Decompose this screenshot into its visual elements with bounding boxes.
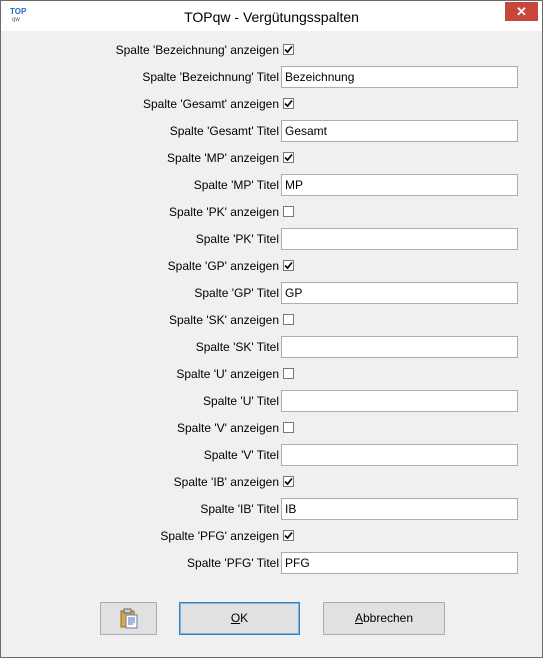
title-bar: TOP qw TOPqw - Vergütungsspalten ✕ <box>1 1 542 31</box>
column-title-input[interactable] <box>281 444 518 466</box>
ok-label: K <box>240 611 249 625</box>
column-title-row: Spalte 'MP' Titel MP <box>8 174 535 196</box>
column-title-input[interactable]: IB <box>281 498 518 520</box>
show-column-row: Spalte 'IB' anzeigen <box>8 471 535 493</box>
column-title-input[interactable]: Gesamt <box>281 120 518 142</box>
ok-button[interactable]: OK <box>179 602 300 635</box>
column-title-row: Spalte 'Gesamt' Titel Gesamt <box>8 120 535 142</box>
column-title-row: Spalte 'GP' Titel GP <box>8 282 535 304</box>
show-column-checkbox[interactable] <box>283 368 294 379</box>
column-title-label: Spalte 'PFG' Titel <box>187 556 279 570</box>
show-column-row: Spalte 'MP' anzeigen <box>8 147 535 169</box>
column-title-row: Spalte 'PK' Titel <box>8 228 535 250</box>
show-column-checkbox[interactable] <box>283 152 294 163</box>
column-title-input[interactable] <box>281 336 518 358</box>
show-column-label: Spalte 'SK' anzeigen <box>169 313 279 327</box>
show-column-checkbox[interactable] <box>283 98 294 109</box>
paste-button[interactable] <box>100 602 157 635</box>
column-title-input[interactable]: PFG <box>281 552 518 574</box>
show-column-row: Spalte 'GP' anzeigen <box>8 255 535 277</box>
show-column-label: Spalte 'PK' anzeigen <box>169 205 279 219</box>
close-button[interactable]: ✕ <box>505 2 538 21</box>
checkmark-icon <box>284 153 293 162</box>
show-column-label: Spalte 'GP' anzeigen <box>167 259 279 273</box>
checkmark-icon <box>284 261 293 270</box>
show-column-label: Spalte 'V' anzeigen <box>177 421 279 435</box>
show-column-row: Spalte 'PFG' anzeigen <box>8 525 535 547</box>
dialog-content: OK Abbrechen Spalte 'Bezeichnung' anzeig… <box>8 31 535 650</box>
column-title-label: Spalte 'V' Titel <box>203 448 279 462</box>
cancel-label: bbrechen <box>362 611 414 625</box>
column-title-label: Spalte 'GP' Titel <box>194 286 279 300</box>
show-column-checkbox[interactable] <box>283 422 294 433</box>
dialog-window: TOP qw TOPqw - Vergütungsspalten ✕ OK Ab… <box>0 0 543 658</box>
column-title-row: Spalte 'V' Titel <box>8 444 535 466</box>
column-title-row: Spalte 'PFG' Titel PFG <box>8 552 535 574</box>
show-column-checkbox[interactable] <box>283 314 294 325</box>
show-column-row: Spalte 'SK' anzeigen <box>8 309 535 331</box>
show-column-row: Spalte 'Bezeichnung' anzeigen <box>8 39 535 61</box>
checkmark-icon <box>284 99 293 108</box>
show-column-row: Spalte 'V' anzeigen <box>8 417 535 439</box>
column-title-label: Spalte 'Gesamt' Titel <box>169 124 279 138</box>
cancel-button[interactable]: Abbrechen <box>323 602 445 635</box>
show-column-label: Spalte 'IB' anzeigen <box>173 475 279 489</box>
column-title-label: Spalte 'U' Titel <box>203 394 279 408</box>
column-title-input[interactable]: GP <box>281 282 518 304</box>
checkmark-icon <box>284 531 293 540</box>
show-column-checkbox[interactable] <box>283 206 294 217</box>
show-column-label: Spalte 'Gesamt' anzeigen <box>143 97 279 111</box>
show-column-row: Spalte 'Gesamt' anzeigen <box>8 93 535 115</box>
column-title-row: Spalte 'U' Titel <box>8 390 535 412</box>
show-column-row: Spalte 'U' anzeigen <box>8 363 535 385</box>
column-title-input[interactable] <box>281 390 518 412</box>
column-title-label: Spalte 'MP' Titel <box>193 178 279 192</box>
column-title-input[interactable]: Bezeichnung <box>281 66 518 88</box>
show-column-label: Spalte 'U' anzeigen <box>176 367 279 381</box>
column-title-label: Spalte 'Bezeichnung' Titel <box>142 70 279 84</box>
cancel-accel: A <box>354 611 363 625</box>
show-column-checkbox[interactable] <box>283 476 294 487</box>
column-title-row: Spalte 'IB' Titel IB <box>8 498 535 520</box>
show-column-checkbox[interactable] <box>283 530 294 541</box>
checkmark-icon <box>284 45 293 54</box>
show-column-label: Spalte 'PFG' anzeigen <box>160 529 279 543</box>
show-column-row: Spalte 'PK' anzeigen <box>8 201 535 223</box>
show-column-checkbox[interactable] <box>283 44 294 55</box>
column-title-label: Spalte 'IB' Titel <box>200 502 279 516</box>
column-title-input[interactable] <box>281 228 518 250</box>
close-icon: ✕ <box>516 4 527 19</box>
ok-accel: O <box>230 611 241 625</box>
column-title-label: Spalte 'SK' Titel <box>195 340 279 354</box>
window-title: TOPqw - Vergütungsspalten <box>184 9 359 25</box>
show-column-checkbox[interactable] <box>283 260 294 271</box>
show-column-label: Spalte 'MP' anzeigen <box>167 151 279 165</box>
clipboard-icon <box>120 608 138 629</box>
column-title-row: Spalte 'SK' Titel <box>8 336 535 358</box>
column-title-row: Spalte 'Bezeichnung' Titel Bezeichnung <box>8 66 535 88</box>
column-title-input[interactable]: MP <box>281 174 518 196</box>
show-column-label: Spalte 'Bezeichnung' anzeigen <box>115 43 279 57</box>
checkmark-icon <box>284 477 293 486</box>
column-title-label: Spalte 'PK' Titel <box>195 232 279 246</box>
